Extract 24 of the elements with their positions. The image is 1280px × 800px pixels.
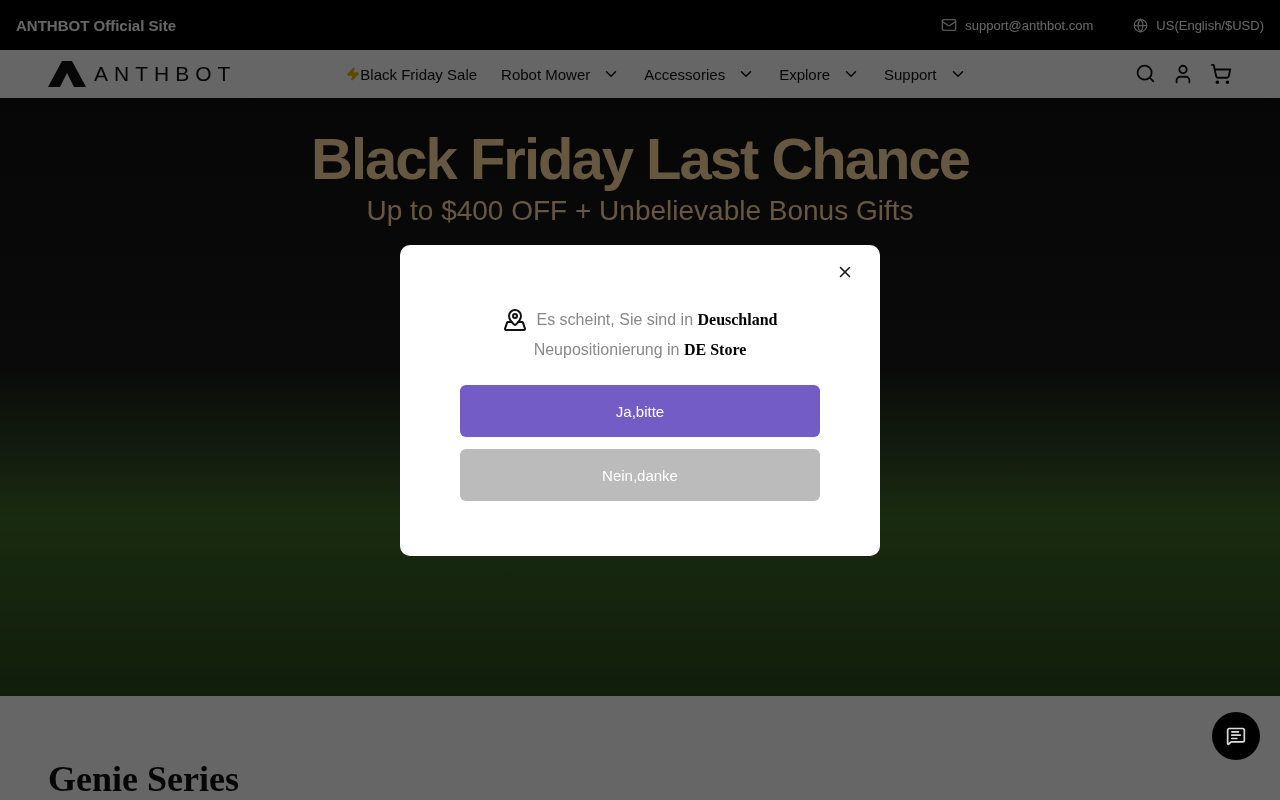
- mail-icon: [941, 17, 958, 33]
- site-label: ANTHBOT Official Site: [16, 16, 176, 34]
- location-message: Es scheint, Sie sind in Deuschland: [536, 311, 778, 329]
- logo[interactable]: ANTHBOT: [48, 61, 237, 87]
- nav-menu-item[interactable]: Explore: [779, 65, 860, 83]
- store-message: Neupositionierung in DE Store: [533, 341, 747, 359]
- chat-icon: [1226, 726, 1246, 746]
- hero-subtitle: Up to $400 OFF + Unbelievable Bonus Gifts: [366, 194, 914, 227]
- nav-menu-item[interactable]: Robot Mower: [501, 65, 621, 83]
- section-heading: Genie Series: [48, 758, 240, 800]
- promo-link[interactable]: Black Friday Sale: [346, 65, 478, 83]
- email-link[interactable]: support@anthbot.com: [965, 17, 1094, 33]
- region-selector[interactable]: US(English/$USD): [1156, 17, 1264, 33]
- nav-menu-item[interactable]: Accessories: [644, 65, 756, 83]
- logo-mark-icon: [48, 61, 86, 87]
- globe-icon: [1133, 17, 1149, 33]
- confirm-button[interactable]: Ja,bitte: [460, 385, 820, 437]
- search-icon[interactable]: [1135, 63, 1156, 84]
- cart-icon[interactable]: [1210, 63, 1232, 85]
- hero-title: Black Friday Last Chance: [311, 126, 969, 193]
- nav-menu-item[interactable]: Support: [884, 65, 967, 83]
- lightning-icon: [346, 67, 361, 81]
- location-pin-icon: [502, 308, 527, 332]
- decline-button[interactable]: Nein,danke: [460, 449, 820, 501]
